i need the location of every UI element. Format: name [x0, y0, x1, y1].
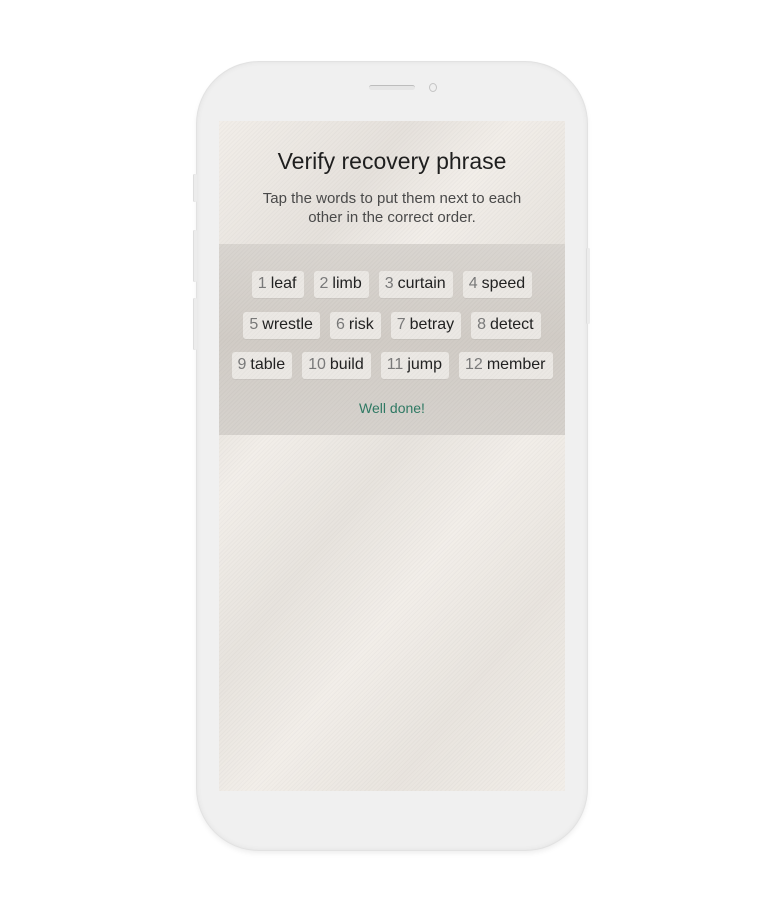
front-camera-icon: [429, 83, 437, 92]
word-text: curtain: [397, 275, 446, 292]
word-chip[interactable]: 5 wrestle: [243, 312, 320, 339]
earpiece-speaker: [369, 85, 415, 90]
volume-down-button[interactable]: [194, 298, 197, 350]
word-index: 9: [237, 356, 247, 373]
word-text: wrestle: [262, 316, 313, 333]
word-chip[interactable]: 6 risk: [329, 312, 381, 339]
word-text: table: [250, 356, 286, 373]
word-chip[interactable]: 8 detect: [471, 312, 541, 339]
word-row: 1 leaf 2 limb 3 curtain 4 speed: [219, 271, 565, 298]
word-chip[interactable]: 10 build: [302, 352, 371, 379]
word-chip[interactable]: 1 leaf: [251, 271, 304, 298]
word-index: 7: [396, 316, 406, 333]
word-index: 12: [465, 356, 483, 373]
word-index: 4: [468, 275, 478, 292]
word-index: 10: [308, 356, 326, 373]
word-text: build: [329, 356, 364, 373]
word-chip[interactable]: 2 limb: [313, 271, 369, 298]
word-chip[interactable]: 4 speed: [462, 271, 533, 298]
word-text: betray: [409, 316, 455, 333]
word-index: 3: [384, 275, 394, 292]
word-text: leaf: [270, 275, 297, 292]
word-index: 5: [249, 316, 259, 333]
word-text: jump: [407, 356, 443, 373]
instructions-text: Tap the words to put them next to each o…: [262, 190, 522, 226]
volume-up-button[interactable]: [194, 230, 197, 282]
page-title: Verify recovery phrase: [277, 148, 507, 174]
mute-switch[interactable]: [194, 174, 197, 202]
word-chip[interactable]: 7 betray: [390, 312, 462, 339]
word-index: 1: [257, 275, 267, 292]
power-button[interactable]: [587, 248, 590, 324]
success-message: Well done!: [359, 400, 425, 416]
word-chip[interactable]: 12 member: [459, 352, 553, 379]
word-index: 2: [319, 275, 329, 292]
word-row: 9 table 10 build 11 jump 12 member: [219, 352, 565, 379]
word-text: risk: [348, 316, 374, 333]
word-index: 6: [335, 316, 345, 333]
word-chip[interactable]: 11 jump: [380, 352, 450, 379]
word-index: 8: [477, 316, 487, 333]
word-text: speed: [481, 275, 526, 292]
recovery-words-panel: 1 leaf 2 limb 3 curtain 4 speed 5 wrestle 6 ri…: [219, 244, 565, 435]
word-text: member: [486, 356, 546, 373]
phone-frame: Verify recovery phrase Tap the words to …: [194, 62, 590, 850]
word-index: 11: [386, 356, 404, 373]
word-chip[interactable]: 9 table: [231, 352, 293, 379]
word-row: 5 wrestle 6 risk 7 betray 8 detect: [219, 312, 565, 339]
word-chip[interactable]: 3 curtain: [378, 271, 453, 298]
word-text: detect: [490, 316, 534, 333]
word-text: limb: [332, 275, 362, 292]
screen: Verify recovery phrase Tap the words to …: [219, 121, 565, 791]
